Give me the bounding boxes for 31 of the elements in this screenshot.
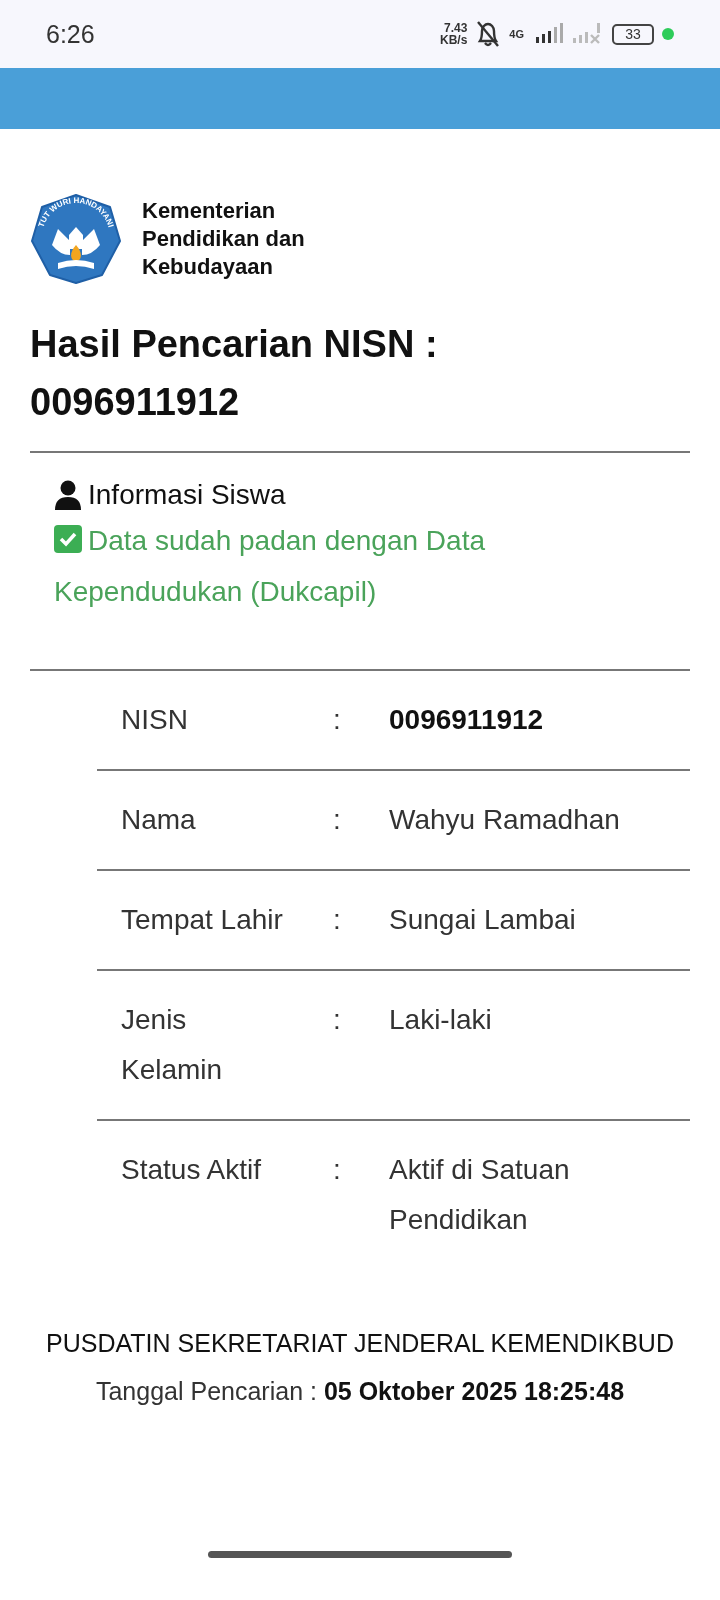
colon-separator: :	[333, 903, 342, 937]
field-label: Nama	[121, 803, 197, 837]
page-title: Hasil Pencarian NISN : 0096911912	[30, 322, 439, 425]
network-type: 4G	[509, 28, 524, 40]
home-indicator[interactable]	[208, 1551, 512, 1558]
colon-separator: :	[333, 703, 342, 737]
field-value: Sungai Lambai	[389, 903, 577, 937]
field-value: Wahyu Ramadhan	[389, 803, 621, 837]
field-value: Aktif di Satuan Pendidikan	[389, 1153, 571, 1237]
colon-separator: :	[333, 803, 342, 837]
section-heading: Informasi Siswa	[88, 479, 286, 511]
user-icon	[54, 480, 82, 510]
search-date: Tanggal Pencarian : 05 Oktober 2025 18:25:48	[94, 1376, 626, 1407]
agency-name: PUSDATIN SEKRETARIAT JENDERAL KEMENDIKBUD	[45, 1328, 675, 1359]
field-label: NISN	[121, 703, 189, 737]
colon-separator: :	[333, 1153, 342, 1187]
speed-unit: KB/s	[439, 34, 468, 46]
clock-time: 6:26	[46, 19, 95, 49]
field-label: Tempat Lahir	[121, 903, 284, 937]
field-label: Status Aktif	[121, 1153, 263, 1187]
field-value: Laki-laki	[389, 1003, 493, 1037]
bell-off-icon	[475, 20, 502, 48]
verification-message: Data sudah padan dengan Data Kependudukan (Dukcapil)	[54, 524, 486, 609]
privacy-dot-icon	[662, 28, 674, 40]
battery-level: 33	[612, 23, 654, 45]
emblem-drawing	[52, 227, 100, 269]
field-value: 0096911912	[389, 703, 545, 737]
ministry-name: Kementerian Pendidikan dan Kebudayaan	[142, 197, 306, 281]
speed-value: 7.43	[443, 22, 468, 34]
field-label: Jenis Kelamin	[121, 1003, 224, 1087]
colon-separator: :	[333, 1003, 342, 1037]
